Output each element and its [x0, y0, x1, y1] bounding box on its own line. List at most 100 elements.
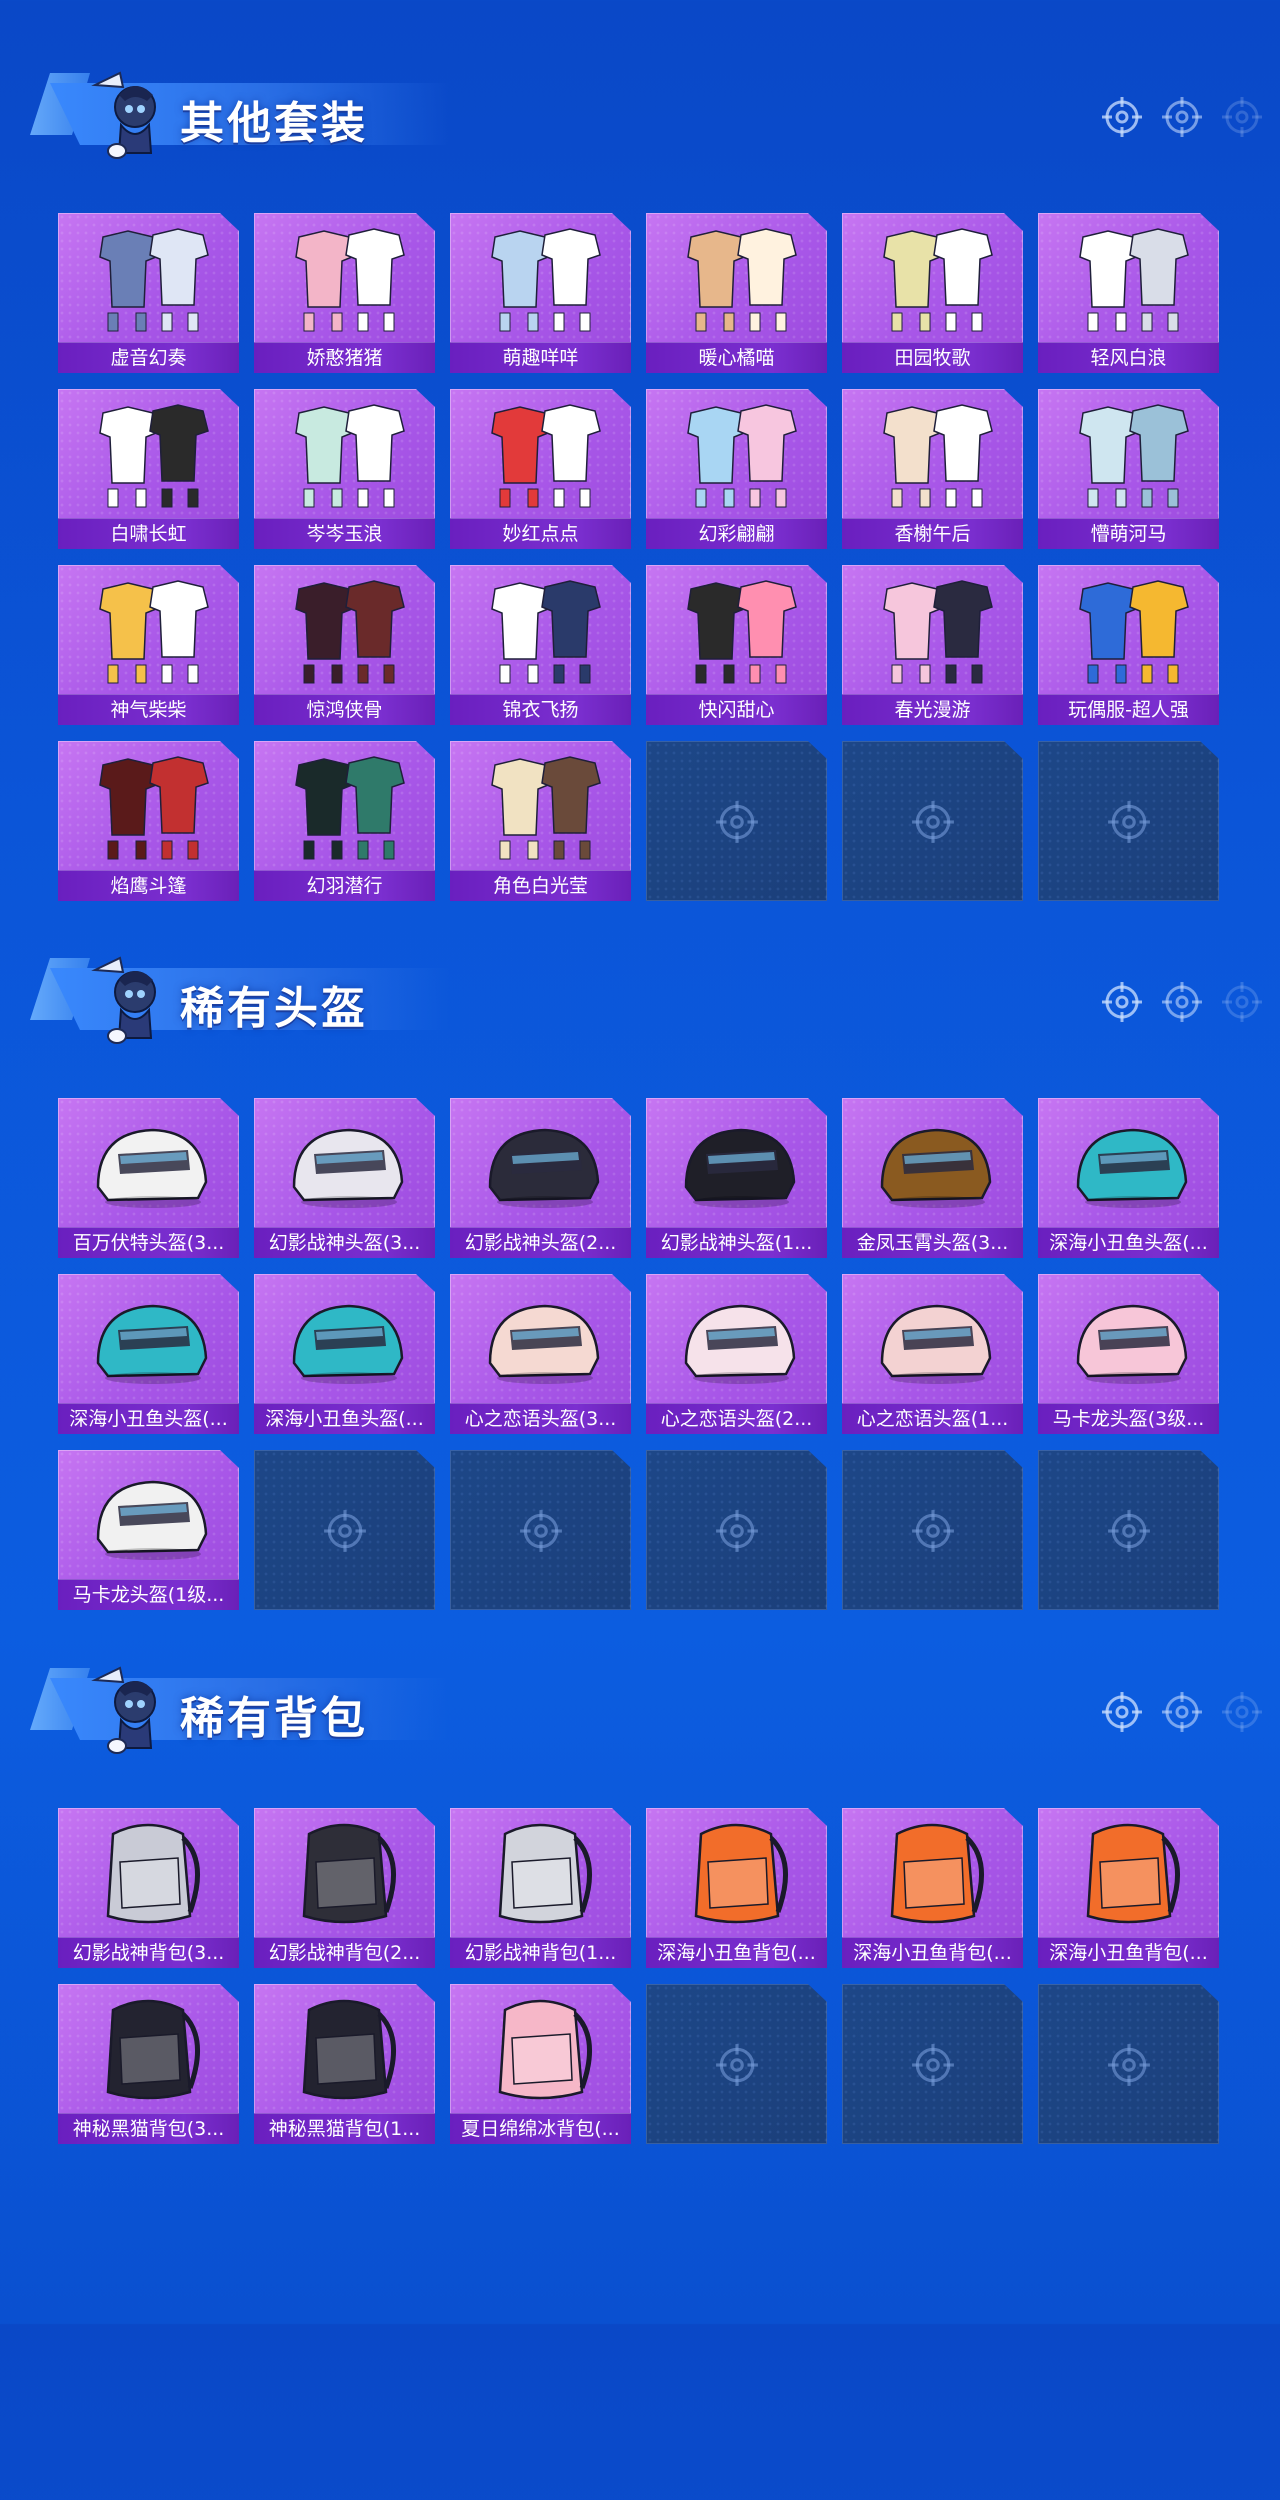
item-label: 百万伏特头盔(3...	[58, 1227, 239, 1258]
card-background: 幻影战神背包(1...	[450, 1808, 631, 1968]
item-label: 萌趣咩咩	[450, 342, 631, 373]
item-card[interactable]: 田园牧歌	[842, 213, 1023, 373]
crosshair-icon	[910, 799, 956, 845]
item-card[interactable]: 暖心橘喵	[646, 213, 827, 373]
item-label: 幻影战神背包(1...	[450, 1937, 631, 1968]
item-image	[450, 1812, 631, 1936]
item-label: 心之恋语头盔(1...	[842, 1403, 1023, 1434]
item-card[interactable]: 夏日绵绵冰背包(...	[450, 1984, 631, 2144]
item-card[interactable]: 幻羽潜行	[254, 741, 435, 901]
item-card[interactable]: 惊鸿侠骨	[254, 565, 435, 725]
item-card[interactable]: 白啸长虹	[58, 389, 239, 549]
section-3: 稀有背包 幻影战神背包(3... 幻影战神背包(2... 幻影战神背包(1...	[0, 1650, 1280, 2500]
item-card[interactable]: 懵萌河马	[1038, 389, 1219, 549]
item-card[interactable]: 幻影战神头盔(2...	[450, 1098, 631, 1258]
item-card[interactable]: 幻影战神头盔(3...	[254, 1098, 435, 1258]
empty-slot-background	[1038, 1450, 1219, 1610]
crosshair-icon	[518, 1508, 564, 1554]
item-card[interactable]: 焰鹰斗篷	[58, 741, 239, 901]
item-card[interactable]: 金凤玉霄头盔(3...	[842, 1098, 1023, 1258]
crosshair-icon	[1160, 980, 1204, 1024]
card-background: 幻影战神头盔(2...	[450, 1098, 631, 1258]
crosshair-icon	[1160, 95, 1204, 139]
empty-slot-background	[1038, 741, 1219, 901]
crosshair-icon	[1220, 95, 1264, 139]
mascot-icon	[85, 1660, 175, 1760]
item-card[interactable]: 轻风白浪	[1038, 213, 1219, 373]
item-card[interactable]: 百万伏特头盔(3...	[58, 1098, 239, 1258]
item-image	[646, 1812, 827, 1936]
card-background: 幻影战神背包(2...	[254, 1808, 435, 1968]
item-card[interactable]: 角色白光莹	[450, 741, 631, 901]
empty-slot	[646, 1450, 827, 1610]
section-title: 稀有背包	[180, 1693, 368, 1744]
card-background: 深海小丑鱼背包(...	[646, 1808, 827, 1968]
item-card[interactable]: 心之恋语头盔(2...	[646, 1274, 827, 1434]
item-card[interactable]: 深海小丑鱼背包(...	[646, 1808, 827, 1968]
item-label: 懵萌河马	[1038, 518, 1219, 549]
item-label: 幻影战神头盔(1...	[646, 1227, 827, 1258]
empty-slot	[646, 741, 827, 901]
item-label: 心之恋语头盔(2...	[646, 1403, 827, 1434]
item-card[interactable]: 深海小丑鱼背包(...	[1038, 1808, 1219, 1968]
item-label: 惊鸿侠骨	[254, 694, 435, 725]
item-card[interactable]: 虚音幻奏	[58, 213, 239, 373]
item-image	[58, 393, 239, 517]
item-card[interactable]: 深海小丑鱼头盔(...	[1038, 1098, 1219, 1258]
item-card[interactable]: 神秘黑猫背包(3...	[58, 1984, 239, 2144]
item-image	[450, 745, 631, 869]
item-card[interactable]: 香榭午后	[842, 389, 1023, 549]
item-image	[1038, 1102, 1219, 1226]
item-card[interactable]: 神秘黑猫背包(1...	[254, 1984, 435, 2144]
item-card[interactable]: 心之恋语头盔(3...	[450, 1274, 631, 1434]
card-background: 角色白光莹	[450, 741, 631, 901]
item-image	[842, 569, 1023, 693]
empty-slot	[1038, 1450, 1219, 1610]
card-background: 娇憨猪猪	[254, 213, 435, 373]
item-card[interactable]: 萌趣咩咩	[450, 213, 631, 373]
item-card[interactable]: 马卡龙头盔(3级...	[1038, 1274, 1219, 1434]
item-label: 深海小丑鱼头盔(...	[58, 1403, 239, 1434]
item-image	[646, 393, 827, 517]
item-card[interactable]: 锦衣飞扬	[450, 565, 631, 725]
item-card[interactable]: 幻影战神头盔(1...	[646, 1098, 827, 1258]
item-card[interactable]: 马卡龙头盔(1级...	[58, 1450, 239, 1610]
item-label: 暖心橘喵	[646, 342, 827, 373]
crosshair-icon	[1106, 2042, 1152, 2088]
item-label: 神秘黑猫背包(3...	[58, 2113, 239, 2144]
item-image	[1038, 393, 1219, 517]
crosshair-icon	[714, 1508, 760, 1554]
item-card[interactable]: 深海小丑鱼头盔(...	[254, 1274, 435, 1434]
item-card[interactable]: 深海小丑鱼头盔(...	[58, 1274, 239, 1434]
item-card[interactable]: 幻影战神背包(1...	[450, 1808, 631, 1968]
card-background: 岑岑玉浪	[254, 389, 435, 549]
card-background: 神气柴柴	[58, 565, 239, 725]
item-card[interactable]: 娇憨猪猪	[254, 213, 435, 373]
item-card[interactable]: 深海小丑鱼背包(...	[842, 1808, 1023, 1968]
crosshair-icon	[910, 2042, 956, 2088]
item-card[interactable]: 幻影战神背包(3...	[58, 1808, 239, 1968]
item-card[interactable]: 神气柴柴	[58, 565, 239, 725]
empty-slot	[1038, 1984, 1219, 2144]
item-card[interactable]: 心之恋语头盔(1...	[842, 1274, 1023, 1434]
card-background: 深海小丑鱼头盔(...	[254, 1274, 435, 1434]
item-label: 幻影战神头盔(2...	[450, 1227, 631, 1258]
empty-slot	[646, 1984, 827, 2144]
item-image	[450, 1278, 631, 1402]
card-background: 白啸长虹	[58, 389, 239, 549]
item-image	[842, 393, 1023, 517]
item-image	[646, 217, 827, 341]
item-image	[1038, 1812, 1219, 1936]
card-background: 田园牧歌	[842, 213, 1023, 373]
crosshair-icon	[1100, 980, 1144, 1024]
item-card[interactable]: 玩偶服-超人强	[1038, 565, 1219, 725]
item-card[interactable]: 春光漫游	[842, 565, 1023, 725]
item-card[interactable]: 岑岑玉浪	[254, 389, 435, 549]
empty-slot-background	[254, 1450, 435, 1610]
item-card[interactable]: 妙红点点	[450, 389, 631, 549]
card-background: 幻影战神背包(3...	[58, 1808, 239, 1968]
item-card[interactable]: 快闪甜心	[646, 565, 827, 725]
item-card[interactable]: 幻影战神背包(2...	[254, 1808, 435, 1968]
item-card[interactable]: 幻彩翩翩	[646, 389, 827, 549]
card-background: 锦衣飞扬	[450, 565, 631, 725]
